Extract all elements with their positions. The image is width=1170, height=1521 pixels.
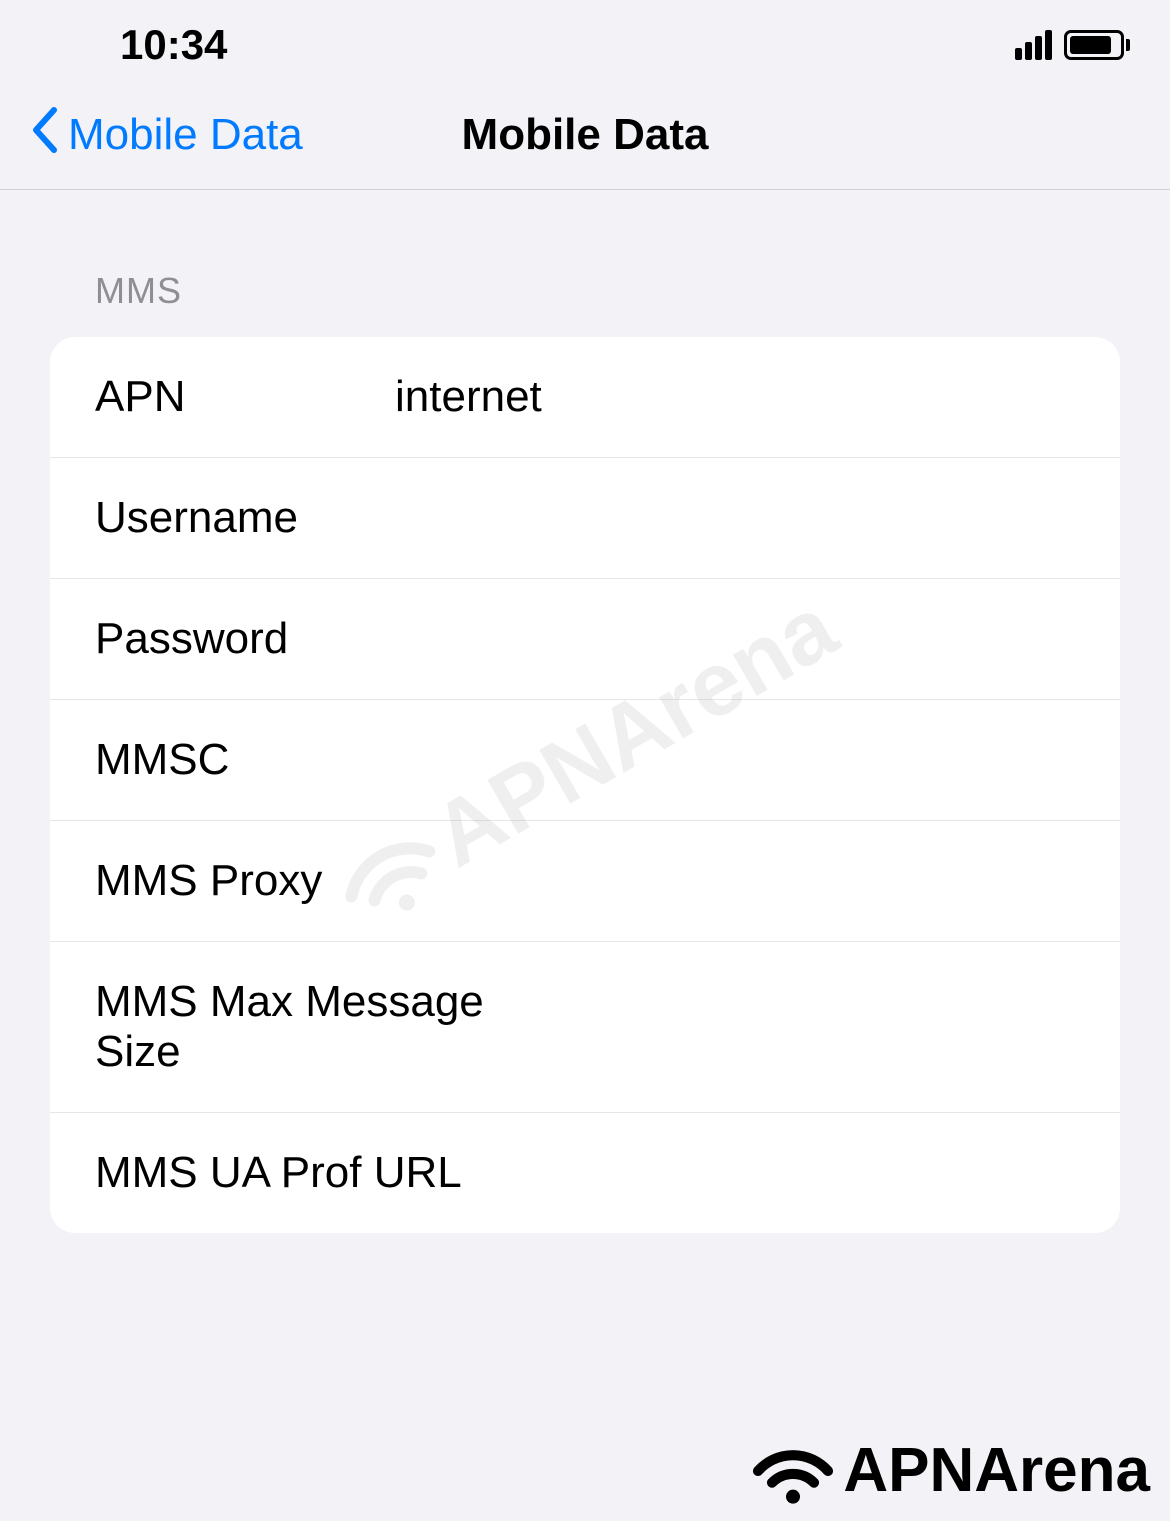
mms-proxy-input[interactable]	[395, 856, 1075, 906]
apn-row[interactable]: APN	[50, 337, 1120, 458]
back-label: Mobile Data	[68, 110, 303, 160]
battery-icon	[1064, 30, 1130, 60]
watermark-bottom: APNArena	[748, 1435, 1150, 1506]
username-row[interactable]: Username	[50, 458, 1120, 579]
wifi-icon	[748, 1436, 838, 1506]
settings-group: APN Username Password MMSC MMS Proxy MMS…	[50, 337, 1120, 1233]
section-header: MMS	[50, 270, 1120, 312]
status-indicators	[1015, 30, 1130, 60]
mms-proxy-label: MMS Proxy	[95, 856, 395, 906]
apn-label: APN	[95, 372, 395, 422]
username-label: Username	[95, 493, 395, 543]
chevron-left-icon	[30, 106, 58, 163]
status-bar: 10:34	[0, 0, 1170, 90]
mms-max-size-row[interactable]: MMS Max Message Size	[50, 942, 1120, 1113]
mmsc-label: MMSC	[95, 735, 395, 785]
status-time: 10:34	[120, 21, 227, 69]
apn-input[interactable]	[395, 372, 1075, 422]
mms-proxy-row[interactable]: MMS Proxy	[50, 821, 1120, 942]
back-button[interactable]: Mobile Data	[30, 106, 303, 163]
nav-bar: Mobile Data Mobile Data	[0, 90, 1170, 190]
mms-max-size-label: MMS Max Message Size	[95, 977, 500, 1077]
mms-ua-prof-row[interactable]: MMS UA Prof URL	[50, 1113, 1120, 1233]
username-input[interactable]	[395, 493, 1075, 543]
password-input[interactable]	[395, 614, 1075, 664]
content-area: MMS APN Username Password MMSC MMS Proxy…	[0, 190, 1170, 1233]
mms-ua-prof-input[interactable]	[500, 1148, 1075, 1198]
signal-icon	[1015, 30, 1052, 60]
password-label: Password	[95, 614, 395, 664]
mms-ua-prof-label: MMS UA Prof URL	[95, 1148, 500, 1198]
page-title: Mobile Data	[462, 110, 709, 160]
mmsc-input[interactable]	[395, 735, 1075, 785]
password-row[interactable]: Password	[50, 579, 1120, 700]
mmsc-row[interactable]: MMSC	[50, 700, 1120, 821]
mms-max-size-input[interactable]	[500, 1002, 1075, 1052]
